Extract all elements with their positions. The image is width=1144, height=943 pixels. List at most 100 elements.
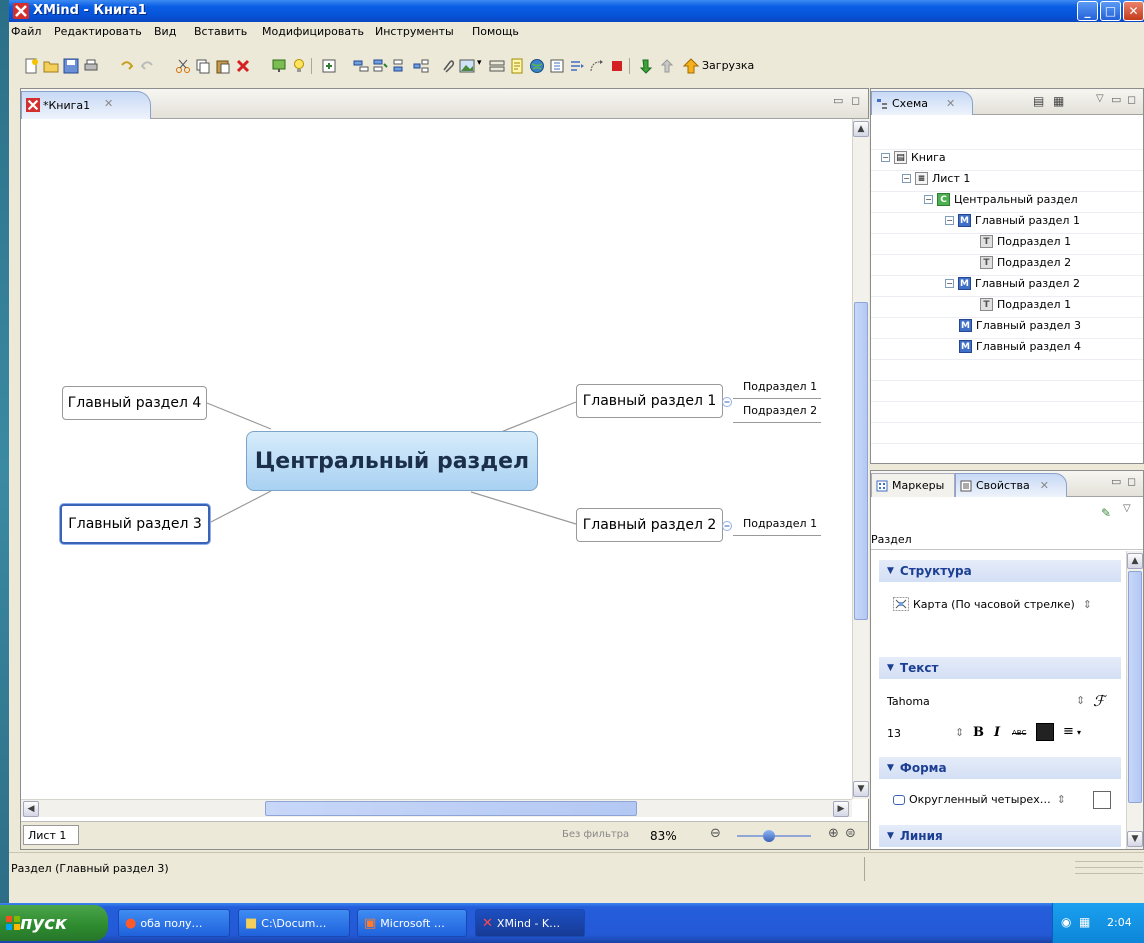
sheet-tab[interactable]: Лист 1 [23, 825, 79, 845]
font-size-select[interactable]: 13 [887, 727, 901, 740]
outline-row-central[interactable]: − C Центральный раздел [924, 193, 1078, 206]
relationship-icon[interactable] [589, 58, 605, 74]
taskbar-item-xmind[interactable]: ✕ XMind - K… [475, 909, 585, 937]
summary-icon[interactable] [549, 58, 565, 74]
idea-bulb-icon[interactable] [291, 58, 307, 74]
tab-close-icon[interactable]: ✕ [946, 97, 955, 110]
font-chooser-icon[interactable]: ℱ [1093, 692, 1105, 710]
insert-topic-before-icon[interactable] [393, 58, 409, 74]
scroll-down-icon[interactable]: ▼ [1127, 831, 1143, 847]
outline-row-subtopic[interactable]: T Подраздел 1 [980, 235, 1071, 248]
vertical-scroll-thumb[interactable] [854, 302, 868, 620]
subtopic-main1-2[interactable]: Подраздел 2 [743, 404, 817, 417]
open-folder-icon[interactable] [43, 58, 59, 74]
zoom-out-icon[interactable]: ⊖ [710, 826, 721, 841]
stepper-icon[interactable]: ⇕ [955, 726, 964, 739]
close-button[interactable]: ✕ [1123, 1, 1144, 21]
collapse-icon[interactable]: − [924, 195, 933, 204]
insert-topic-icon[interactable] [321, 58, 337, 74]
notes-icon[interactable] [509, 58, 525, 74]
view-menu-icon[interactable]: ▽ [1123, 503, 1131, 514]
zoom-slider-thumb[interactable] [763, 830, 775, 842]
scroll-down-icon[interactable]: ▼ [853, 781, 869, 797]
minimize-view-icon[interactable]: ▭ [1111, 475, 1121, 488]
topic-main-4[interactable]: Главный раздел 4 [62, 386, 207, 420]
outline-list-icon[interactable]: ▦ [1053, 94, 1064, 108]
outline-row-subtopic[interactable]: T Подраздел 1 [980, 298, 1071, 311]
vertical-scrollbar[interactable]: ▲ ▼ [852, 119, 869, 799]
section-line[interactable]: ▼ Линия [879, 825, 1121, 847]
menu-file[interactable]: Файл [11, 25, 41, 38]
keyboard-icon[interactable]: ▦ [1079, 915, 1090, 929]
scroll-left-icon[interactable]: ◀ [23, 801, 39, 817]
stop-icon[interactable] [609, 58, 625, 74]
outline-view-icon[interactable]: ▤ [1033, 94, 1044, 108]
boundary-icon[interactable] [489, 58, 505, 74]
menu-view[interactable]: Вид [154, 25, 176, 38]
upload-arrow-icon[interactable] [683, 58, 699, 74]
text-align-icon[interactable]: ≡ [1063, 724, 1074, 739]
taskbar-item-office[interactable]: ▣ Microsoft … [357, 909, 467, 937]
scroll-up-icon[interactable]: ▲ [853, 121, 869, 137]
scroll-up-icon[interactable]: ▲ [1127, 553, 1143, 569]
stepper-icon[interactable]: ⇕ [1083, 598, 1092, 611]
maximize-view-icon[interactable]: ◻ [851, 94, 860, 107]
volume-icon[interactable]: ◉ [1061, 915, 1071, 929]
copy-icon[interactable] [195, 58, 211, 74]
outline-row-main-4[interactable]: M Главный раздел 4 [959, 340, 1081, 353]
menu-modify[interactable]: Модифицировать [262, 25, 364, 38]
clock[interactable]: 2:04 [1107, 916, 1132, 929]
filter-label[interactable]: Без фильтра [562, 829, 629, 840]
properties-scrollbar[interactable]: ▲ ▼ [1126, 551, 1143, 849]
menu-insert[interactable]: Вставить [194, 25, 247, 38]
edit-style-icon[interactable]: ✎ [1101, 506, 1111, 520]
outline-row-main-2[interactable]: − M Главный раздел 2 [945, 277, 1080, 290]
paste-icon[interactable] [215, 58, 231, 74]
outline-row-main-3[interactable]: M Главный раздел 3 [959, 319, 1081, 332]
maximize-view-icon[interactable]: ◻ [1127, 475, 1136, 488]
taskbar-item-browser[interactable]: ● оба полу… [118, 909, 230, 937]
outline-row-main-1[interactable]: − M Главный раздел 1 [945, 214, 1080, 227]
topic-main-1[interactable]: Главный раздел 1 [576, 384, 723, 418]
attachment-icon[interactable] [439, 58, 455, 74]
horizontal-scroll-thumb[interactable] [265, 801, 637, 816]
tab-outline[interactable]: Схема ✕ [871, 91, 973, 115]
collapse-handle-icon[interactable] [721, 396, 733, 408]
outline-row-workbook[interactable]: − ▤ Книга [881, 151, 946, 164]
label-icon[interactable] [569, 58, 585, 74]
topic-main-2[interactable]: Главный раздел 2 [576, 508, 723, 542]
menu-help[interactable]: Помощь [472, 25, 519, 38]
insert-subtopic-icon[interactable] [353, 58, 369, 74]
title-bar[interactable]: XMind - Книга1 _ □ ✕ [9, 0, 1144, 22]
cut-icon[interactable] [175, 58, 191, 74]
shape-select[interactable]: Округленный четырех… ⇕ [893, 793, 1066, 806]
italic-button[interactable]: I [994, 725, 1000, 740]
insert-image-icon[interactable] [459, 58, 475, 74]
section-text[interactable]: ▼ Текст [879, 657, 1121, 679]
topic-central[interactable]: Центральный раздел [246, 431, 538, 491]
zoom-reset-icon[interactable]: ⊜ [845, 826, 856, 841]
properties-scroll-thumb[interactable] [1128, 571, 1142, 803]
tab-close-icon[interactable]: ✕ [1040, 479, 1049, 492]
scroll-right-icon[interactable]: ▶ [833, 801, 849, 817]
minimize-button[interactable]: _ [1077, 1, 1098, 21]
redo-icon[interactable] [139, 58, 155, 74]
delete-icon[interactable] [235, 58, 251, 74]
drill-down-arrow-icon[interactable] [639, 58, 655, 74]
collapse-handle-icon[interactable] [721, 520, 733, 532]
font-family-select[interactable]: Tahoma [887, 695, 930, 708]
save-icon[interactable] [63, 58, 79, 74]
insert-topic-after-icon[interactable] [373, 58, 389, 74]
new-icon[interactable] [23, 58, 39, 74]
tab-markers[interactable]: Маркеры [871, 473, 955, 497]
mindmap-canvas[interactable]: Главный раздел 4 Главный раздел 3 Центра… [21, 119, 852, 799]
outline-row-subtopic[interactable]: T Подраздел 2 [980, 256, 1071, 269]
tab-properties[interactable]: Свойства ✕ [955, 473, 1067, 497]
maximize-button[interactable]: □ [1100, 1, 1121, 21]
fill-color-swatch[interactable] [1093, 791, 1111, 809]
subtopic-main1-1[interactable]: Подраздел 1 [743, 380, 817, 393]
menu-tools[interactable]: Инструменты [375, 25, 454, 38]
bold-button[interactable]: B [973, 725, 984, 740]
structure-select[interactable]: Карта (По часовой стрелке) ⇕ [893, 597, 1092, 611]
presentation-icon[interactable] [271, 58, 287, 74]
